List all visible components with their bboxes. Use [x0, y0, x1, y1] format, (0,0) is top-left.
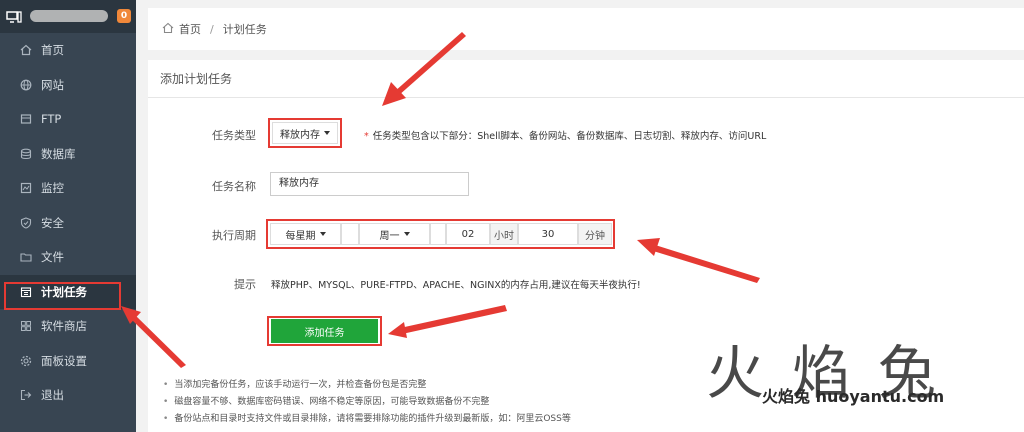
sidebar-item-store[interactable]: 软件商店 — [0, 309, 136, 344]
sidebar-item-label: 监控 — [41, 181, 64, 196]
ftp-icon — [20, 113, 32, 125]
task-type-label: 任务类型 — [212, 129, 256, 142]
server-icon — [6, 10, 22, 23]
grid-icon — [20, 320, 32, 332]
required-star-icon: * — [364, 131, 369, 142]
sidebar-item-website[interactable]: 网站 — [0, 68, 136, 103]
breadcrumb-separator: / — [210, 22, 214, 36]
watermark-url: 火焰兔 huoyantu.com — [762, 387, 945, 406]
sidebar-item-label: 安全 — [41, 215, 64, 230]
monitor-icon — [20, 182, 32, 194]
sidebar-item-label: 面板设置 — [41, 353, 87, 368]
sidebar-item-label: 软件商店 — [41, 319, 87, 334]
folder-icon — [20, 251, 32, 263]
task-type-hint: * 任务类型包含以下部分：Shell脚本、备份网站、备份数据库、日志切割、释放内存… — [364, 128, 766, 142]
gear-icon — [20, 355, 32, 367]
sidebar-item-label: 退出 — [41, 388, 64, 403]
database-icon — [20, 148, 32, 160]
sidebar-item-logout[interactable]: 退出 — [0, 378, 136, 413]
list-item: 当添加完备份任务，应该手动运行一次，并检查备份包是否完整 — [163, 377, 571, 394]
home-icon — [20, 44, 32, 56]
sidebar-item-security[interactable]: 安全 — [0, 206, 136, 241]
sidebar-item-label: 文件 — [41, 250, 64, 265]
sidebar-item-ftp[interactable]: FTP — [0, 102, 136, 137]
sidebar-nav: 首页 网站 FTP 数据库 监控 安全 文件 计划任务 软件商店 面板设置 退出 — [0, 33, 136, 413]
sidebar: 0 首页 网站 FTP 数据库 监控 安全 文件 计划任务 软件商店 面板设置 … — [0, 0, 136, 432]
home-icon — [162, 22, 174, 37]
tip-text: 释放PHP、MYSQL、PURE-FTPD、APACHE、NGINX的内存占用,… — [271, 280, 641, 291]
highlight-box-submit — [267, 316, 382, 346]
hostname-blurred — [30, 10, 108, 22]
sidebar-item-label: FTP — [41, 112, 62, 127]
cycle-label: 执行周期 — [212, 229, 256, 242]
breadcrumb-home[interactable]: 首页 — [179, 21, 201, 37]
page-title: 添加计划任务 — [148, 60, 1024, 98]
tip-label: 提示 — [234, 278, 256, 291]
sidebar-item-label: 网站 — [41, 77, 64, 92]
list-item: 磁盘容量不够、数据库密码错误、网络不稳定等原因，可能导致数据备份不完整 — [163, 394, 571, 411]
task-name-input[interactable]: 释放内存 — [270, 172, 469, 196]
sidebar-item-database[interactable]: 数据库 — [0, 137, 136, 172]
shield-icon — [20, 217, 32, 229]
sidebar-item-home[interactable]: 首页 — [0, 33, 136, 68]
breadcrumb-current: 计划任务 — [222, 23, 267, 36]
highlight-box-cron — [4, 282, 121, 310]
sidebar-header: 0 — [0, 0, 136, 33]
globe-icon — [20, 79, 32, 91]
notification-badge[interactable]: 0 — [117, 9, 131, 23]
sidebar-item-label: 首页 — [41, 43, 64, 58]
highlight-box-cycle — [266, 219, 615, 249]
sidebar-item-files[interactable]: 文件 — [0, 240, 136, 275]
sidebar-item-label: 数据库 — [41, 146, 76, 161]
sidebar-item-monitor[interactable]: 监控 — [0, 171, 136, 206]
highlight-box-type — [268, 118, 342, 148]
list-item: 备份站点和目录时支持文件或目录排除，请将需要排除功能的插件升级到最新版，如：阿里… — [163, 411, 571, 428]
task-name-label: 任务名称 — [212, 180, 256, 193]
notes-list: 当添加完备份任务，应该手动运行一次，并检查备份包是否完整 磁盘容量不够、数据库密… — [163, 377, 571, 428]
sidebar-item-settings[interactable]: 面板设置 — [0, 344, 136, 379]
task-type-hint-text: 任务类型包含以下部分：Shell脚本、备份网站、备份数据库、日志切割、释放内存、… — [372, 131, 767, 142]
breadcrumb: 首页 / 计划任务 — [148, 8, 1024, 50]
logout-icon — [20, 389, 32, 401]
